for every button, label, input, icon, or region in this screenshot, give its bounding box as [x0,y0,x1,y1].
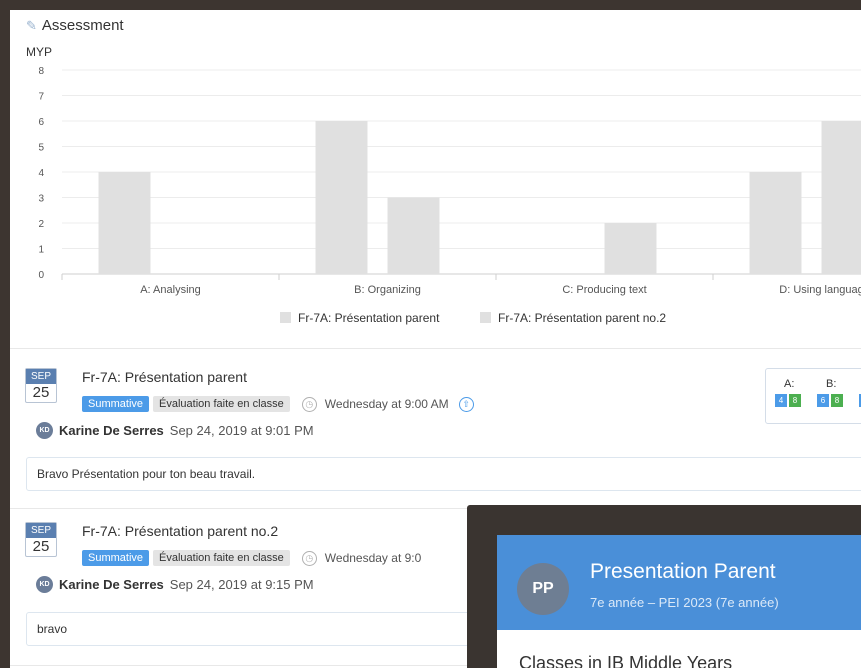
y-tick-label: 6 [38,117,44,128]
date-month: SEP [26,369,56,384]
chart-svg: MYP 0 1 2 3 4 5 6 7 8 A: Analysing B: Organizing C: … [26,45,861,325]
x-tick-label: C: Producing text [562,284,646,296]
score-max-a: 8 [789,394,801,407]
date-badge: SEP 25 [25,522,57,557]
author-avatar: KD [36,422,53,439]
student-popup-header: PP Presentation Parent 7e année – PEI 20… [497,535,861,630]
due-time: Wednesday at 9:00 AM [324,397,449,411]
date-badge: SEP 25 [25,368,57,403]
student-grade: 7e année – PEI 2023 (7e année) [590,595,779,610]
author-line: KD Karine De Serres Sep 24, 2019 at 9:15… [36,576,314,593]
y-axis-label: MYP [26,45,52,59]
comment-box: Bravo Présentation pour ton beau travail… [26,457,861,491]
student-popup[interactable]: PP Presentation Parent 7e année – PEI 20… [497,535,861,668]
evaluation-mode-tag: Évaluation faite en classe [153,396,290,412]
bar [387,197,440,274]
posted-date: Sep 24, 2019 at 9:15 PM [169,577,314,592]
bar [315,121,368,274]
bar [749,172,802,274]
divider [10,348,861,349]
y-tick-label: 8 [38,66,44,77]
summative-tag: Summative [82,550,150,566]
y-tick-label: 4 [38,168,44,179]
legend-swatch [480,312,491,323]
upload-icon[interactable]: ⇧ [458,396,474,412]
score-value-a: 4 [775,394,787,407]
legend-label: Fr-7A: Présentation parent [298,311,440,325]
y-tick-label: 3 [38,194,44,205]
date-day: 25 [32,384,50,401]
legend-label: Fr-7A: Présentation parent no.2 [498,311,666,325]
score-max-b: 8 [831,394,843,407]
due-time: Wednesday at 9:0 [324,551,422,565]
evaluation-mode-tag: Évaluation faite en classe [153,550,290,566]
summative-tag: Summative [82,396,150,412]
author-line: KD Karine De Serres Sep 24, 2019 at 9:01… [36,422,314,439]
assessment-title-link[interactable]: Fr-7A: Présentation parent no.2 [82,523,278,539]
y-tick-label: 0 [38,270,44,281]
clock-icon: ◷ [301,396,317,412]
tag-row: Summative Évaluation faite en classe ◷ W… [82,396,474,412]
legend-swatch [280,312,291,323]
clock-icon: ◷ [301,550,317,566]
date-month: SEP [26,523,56,538]
student-avatar: PP [517,563,569,615]
section-title: Assessment [41,17,124,34]
posted-date: Sep 24, 2019 at 9:01 PM [169,423,314,438]
score-label-b: B: [826,378,837,390]
y-tick-label: 7 [38,92,44,103]
bar [821,121,861,274]
student-popup-backdrop: PP Presentation Parent 7e année – PEI 20… [467,505,861,668]
score-value-b: 6 [817,394,829,407]
assessment-title-link[interactable]: Fr-7A: Présentation parent [82,369,247,385]
score-label-a: A: [784,378,795,390]
y-tick-label: 2 [38,219,44,230]
y-tick-label: 1 [38,245,44,256]
student-name: Presentation Parent [590,560,776,583]
y-tick-label: 5 [38,143,44,154]
bar [98,172,151,274]
author-name[interactable]: Karine De Serres [59,423,164,438]
x-tick-label: D: Using languag [779,284,861,296]
edit-icon: ✎ [26,17,37,33]
classes-heading: Classes in IB Middle Years [519,653,733,668]
date-day: 25 [32,538,50,555]
bar [604,223,657,274]
section-header: ✎ Assessment [26,17,124,34]
author-avatar: KD [36,576,53,593]
author-name[interactable]: Karine De Serres [59,577,164,592]
tag-row: Summative Évaluation faite en classe ◷ W… [82,550,421,566]
x-tick-label: A: Analysing [140,284,201,296]
x-tick-label: B: Organizing [354,284,421,296]
myp-chart: MYP 0 1 2 3 4 5 6 7 8 A: Analysing B: Organizing C: … [10,40,861,350]
score-summary[interactable]: A: B: 4 8 6 8 [765,368,861,424]
